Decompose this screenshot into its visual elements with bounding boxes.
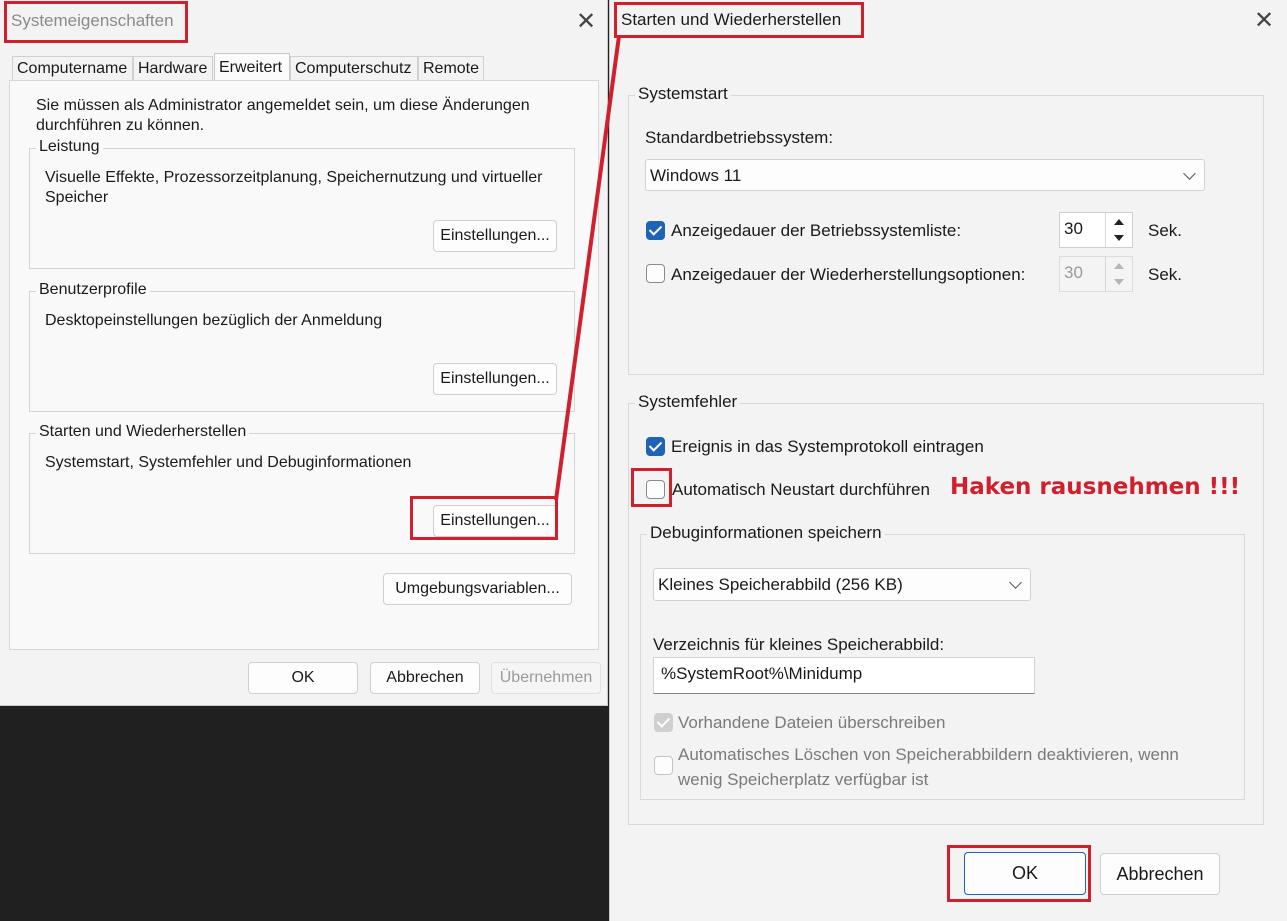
connector-line-path [554,35,621,501]
connector-line [554,35,621,501]
annotation-text: Haken rausnehmen !!! [950,474,1241,500]
